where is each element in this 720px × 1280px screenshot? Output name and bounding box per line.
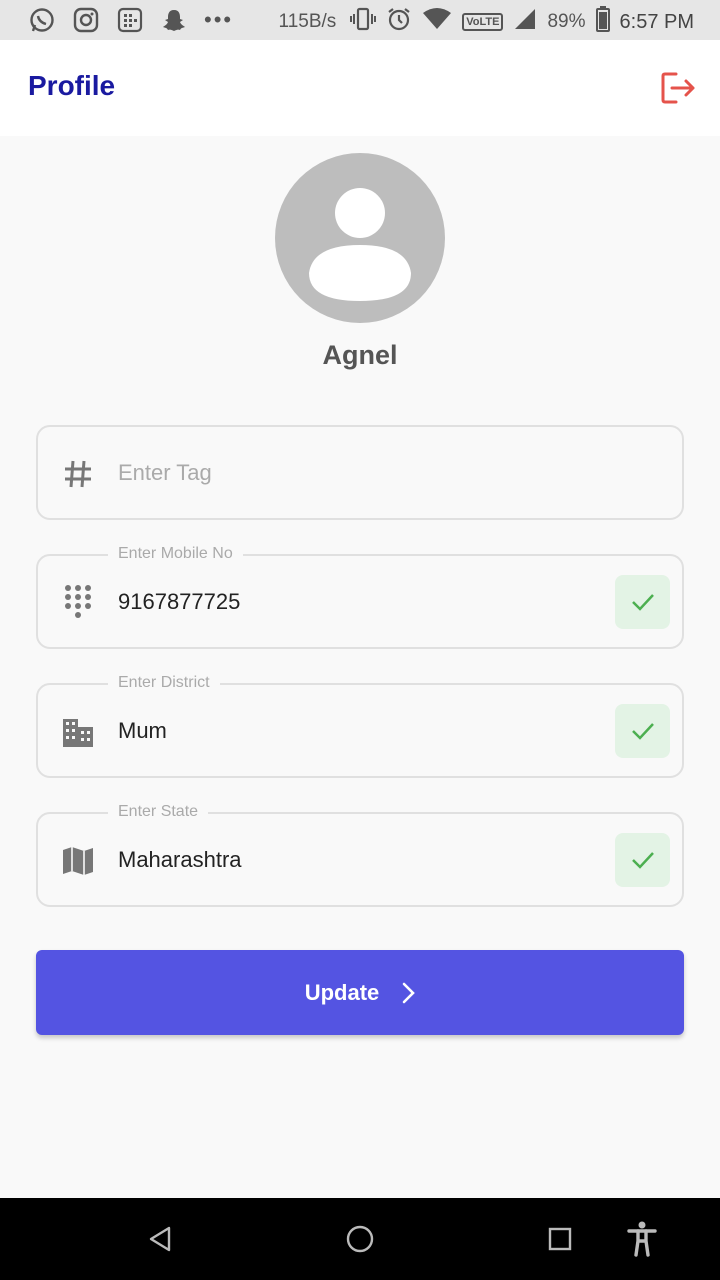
instagram-icon <box>72 6 100 34</box>
mobile-valid-badge <box>615 575 670 629</box>
tag-field[interactable]: Enter Tag <box>36 425 684 520</box>
more-dots-icon: ••• <box>204 7 234 32</box>
accessibility-icon <box>627 1221 657 1257</box>
map-icon <box>60 843 96 879</box>
chevron-right-icon <box>402 982 416 1003</box>
app-grid-icon <box>116 6 144 34</box>
signal-icon <box>513 7 537 37</box>
system-status: 115B/s VoLTE 89% 6:57 PM <box>279 6 694 38</box>
alarm-icon <box>386 6 412 38</box>
building-icon <box>60 714 96 750</box>
profile-name: Agnel <box>322 340 398 370</box>
state-input[interactable]: Maharashtra <box>118 814 242 905</box>
avatar[interactable] <box>275 153 445 323</box>
nav-home-button[interactable] <box>340 1219 380 1259</box>
wifi-icon <box>422 7 452 37</box>
person-avatar-icon <box>309 188 411 301</box>
tag-input[interactable]: Enter Tag <box>118 427 212 518</box>
app-bar: Profile <box>0 40 720 136</box>
check-icon <box>631 594 654 611</box>
district-input[interactable]: Mum <box>118 685 167 776</box>
check-icon <box>631 852 654 869</box>
status-bar: ••• 115B/s VoLTE 89% 6:57 PM <box>0 0 720 40</box>
nav-back-button[interactable] <box>140 1219 180 1259</box>
district-field[interactable]: Enter District Mum <box>36 672 684 778</box>
nav-recents-button[interactable] <box>540 1219 580 1259</box>
mobile-input[interactable]: 9167877725 <box>118 556 240 647</box>
state-field[interactable]: Enter State Maharashtra <box>36 801 684 907</box>
network-speed: 115B/s <box>278 11 337 32</box>
dialpad-icon <box>60 585 96 621</box>
district-valid-badge <box>615 704 670 758</box>
logout-button[interactable] <box>658 68 698 108</box>
update-button[interactable]: Update <box>36 950 684 1035</box>
mobile-field[interactable]: Enter Mobile No 9167877725 <box>36 543 684 649</box>
recents-square-icon <box>548 1227 572 1251</box>
system-nav-bar <box>0 1198 720 1280</box>
home-circle-icon <box>346 1225 374 1253</box>
clock: 6:57 PM <box>619 10 694 33</box>
notification-icons: ••• <box>28 6 233 34</box>
state-valid-badge <box>615 833 670 887</box>
page-title: Profile <box>28 70 116 101</box>
nav-accessibility-button[interactable] <box>622 1219 662 1259</box>
logout-icon <box>661 72 695 104</box>
hash-icon <box>60 456 96 492</box>
vibrate-icon <box>350 7 377 37</box>
back-triangle-icon <box>149 1226 171 1252</box>
battery-icon <box>595 6 610 38</box>
check-icon <box>631 723 654 740</box>
volte-badge: VoLTE <box>462 13 504 31</box>
snapchat-icon <box>160 6 188 34</box>
update-button-label: Update <box>304 979 380 1005</box>
battery-percent: 89% <box>547 11 586 32</box>
whatsapp-icon <box>28 6 56 34</box>
